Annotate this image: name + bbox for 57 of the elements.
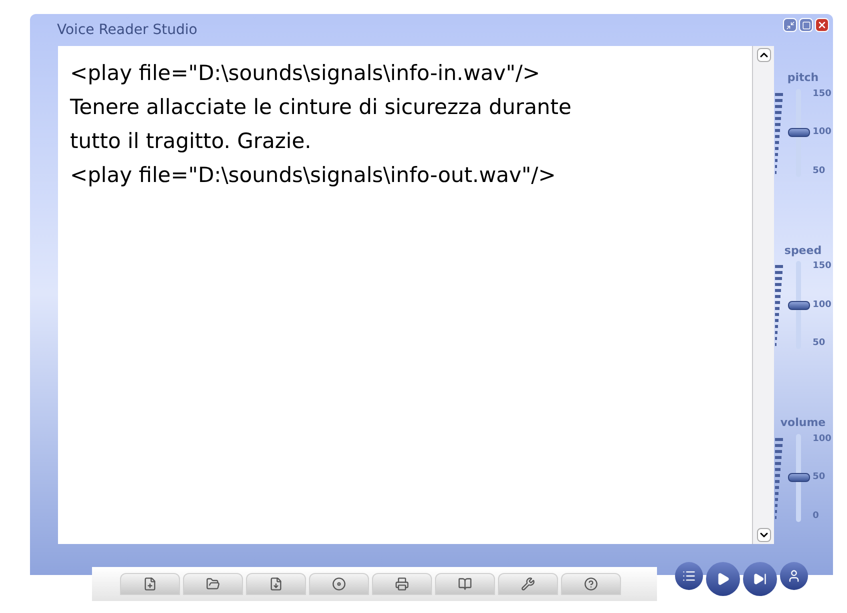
tick-label: 50 bbox=[812, 472, 826, 483]
tick-label: 50 bbox=[812, 338, 826, 349]
close-icon bbox=[817, 20, 827, 30]
slider-label: pitch bbox=[787, 70, 819, 86]
toolbar-button[interactable] bbox=[561, 573, 621, 595]
tick-label: 100 bbox=[812, 434, 832, 444]
minimize-icon bbox=[786, 20, 794, 30]
tick-label: 100 bbox=[812, 300, 832, 310]
slider-thumb[interactable] bbox=[788, 128, 810, 137]
playback-button[interactable] bbox=[780, 562, 808, 590]
toolbar-button[interactable] bbox=[435, 573, 495, 595]
editor-line: tutto il tragitto. Grazie. bbox=[70, 128, 312, 155]
minimize-button[interactable] bbox=[783, 18, 797, 32]
toolbar-button[interactable] bbox=[498, 573, 558, 595]
book-icon bbox=[458, 577, 472, 591]
slider-track[interactable] bbox=[788, 88, 810, 176]
play-icon bbox=[716, 572, 730, 586]
window-title: Voice Reader Studio bbox=[57, 20, 198, 40]
scrollbar[interactable] bbox=[752, 46, 774, 544]
folder-icon bbox=[206, 577, 220, 591]
playback-button[interactable] bbox=[675, 562, 703, 590]
document-save-icon bbox=[269, 577, 283, 591]
tick-label: 50 bbox=[812, 166, 826, 176]
scroll-up-icon[interactable] bbox=[756, 48, 770, 62]
tick-label: 100 bbox=[812, 127, 832, 138]
editor-line: <play file="D:\sounds\signals\info-in.wav"/> bbox=[70, 60, 542, 87]
slider-label: volume bbox=[780, 415, 826, 431]
text-editor[interactable]: <play file="D:\sounds\signals\info-in.wav"/> Tenere allacciate le cinture di sicurezza durante tutto il tragitto. Grazie. <play file="D:\sounds\signals\info-out.wav"/> bbox=[58, 46, 752, 544]
slider-track[interactable] bbox=[788, 261, 810, 349]
toolbar-button[interactable] bbox=[309, 573, 369, 595]
new-file-icon bbox=[143, 577, 157, 591]
maximize-icon bbox=[802, 20, 810, 30]
tools-icon bbox=[521, 577, 535, 591]
slider-thumb[interactable] bbox=[788, 473, 810, 482]
maximize-button[interactable] bbox=[799, 18, 813, 32]
printer-icon bbox=[395, 577, 409, 591]
tick-label: 150 bbox=[812, 261, 832, 272]
tick-label: 150 bbox=[812, 88, 832, 100]
tick-label: 0 bbox=[812, 510, 820, 522]
help-icon bbox=[584, 577, 598, 591]
scroll-down-icon[interactable] bbox=[756, 528, 770, 542]
person-icon bbox=[787, 569, 801, 583]
toolbar-button[interactable] bbox=[372, 573, 432, 595]
slider-track[interactable] bbox=[788, 434, 810, 522]
editor-line: <play file="D:\sounds\signals\info-out.wav"/> bbox=[70, 162, 557, 189]
editor-line: Tenere allacciate le cinture di sicurezza durante bbox=[70, 94, 572, 121]
disc-save-icon bbox=[332, 577, 346, 591]
toolbar-button[interactable] bbox=[246, 573, 306, 595]
list-icon bbox=[682, 569, 696, 583]
toolbar-button[interactable] bbox=[183, 573, 243, 595]
step-play-icon bbox=[753, 572, 767, 586]
slider-thumb[interactable] bbox=[788, 300, 810, 310]
playback-button[interactable] bbox=[743, 562, 777, 596]
playback-button[interactable] bbox=[706, 562, 740, 596]
close-button[interactable] bbox=[815, 18, 829, 32]
toolbar-button[interactable] bbox=[120, 573, 180, 595]
slider-label: speed bbox=[784, 242, 822, 258]
